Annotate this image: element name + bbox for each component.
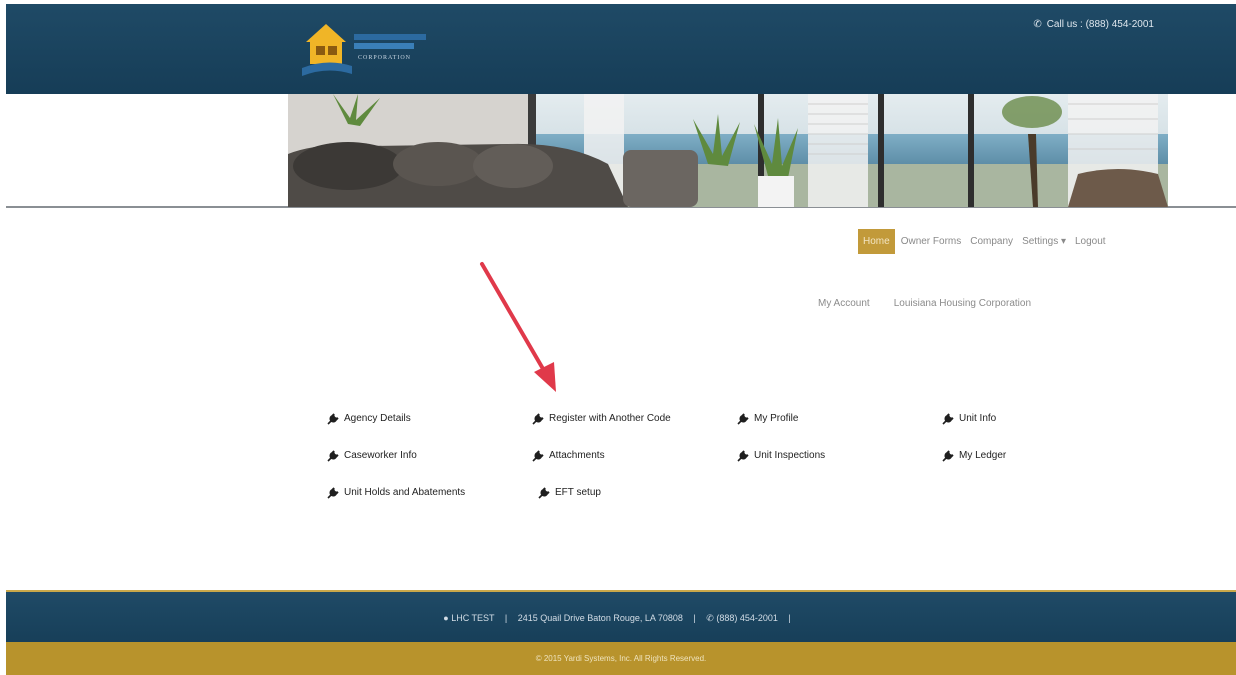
map-marker-icon: ● [443, 613, 449, 623]
wrench-icon [942, 449, 954, 462]
menu-agency-details[interactable]: Agency Details [327, 412, 532, 425]
menu-attachments[interactable]: Attachments [532, 449, 737, 462]
annotation-arrow-icon [480, 262, 556, 392]
nav-company[interactable]: Company [970, 236, 1013, 247]
header-phone: ✆ Call us : (888) 454-2001 [1033, 19, 1154, 30]
copyright-text: © 2015 Yardi Systems, Inc. All Rights Re… [535, 654, 707, 663]
copyright-bar: © 2015 Yardi Systems, Inc. All Rights Re… [6, 642, 1236, 675]
phone-icon: ✆ [706, 613, 714, 623]
menu-unit-info[interactable]: Unit Info [942, 412, 1147, 425]
footer-separator: | [504, 613, 508, 623]
wrench-icon [942, 412, 954, 425]
nav-settings-dropdown[interactable]: Settings ▾ [1022, 236, 1066, 247]
nav-home[interactable]: Home [858, 228, 895, 254]
menu-unit-inspections[interactable]: Unit Inspections [737, 449, 942, 462]
wrench-icon [737, 449, 749, 462]
wrench-icon [327, 412, 339, 425]
menu-label: My Ledger [959, 450, 1007, 461]
footer-contact: ● LHC TEST | 2415 Quail Drive Baton Roug… [6, 613, 1236, 624]
living-room-photo [288, 94, 1168, 207]
wrench-icon [737, 412, 749, 425]
menu-label: Unit Info [959, 413, 997, 424]
menu-row: Caseworker Info Attachments Unit Inspect… [327, 437, 1147, 474]
footer-address: 2415 Quail Drive Baton Rouge, LA 70808 [517, 613, 683, 623]
menu-label: EFT setup [555, 487, 601, 498]
menu-label: Unit Inspections [754, 450, 826, 461]
footer-location: LHC TEST [451, 613, 495, 623]
hero-image [288, 94, 1168, 207]
wrench-icon [532, 412, 544, 425]
footer: ● LHC TEST | 2415 Quail Drive Baton Roug… [6, 590, 1236, 642]
hero-section [0, 94, 1236, 210]
menu-caseworker-info[interactable]: Caseworker Info [327, 449, 532, 462]
page: CORPORATION ✆ Call us : (888) 454-2001 H… [0, 0, 1236, 675]
footer-separator: | [693, 613, 696, 623]
menu-label: Attachments [549, 450, 605, 461]
dashboard-menu: Agency Details Register with Another Cod… [327, 400, 1147, 511]
main-nav: Home Owner Forms Company Settings ▾ Logo… [858, 228, 1115, 254]
menu-eft-setup[interactable]: EFT setup [538, 486, 749, 499]
my-account-link[interactable]: My Account [818, 298, 870, 309]
account-bar: My Account Louisiana Housing Corporation [818, 298, 1031, 309]
footer-separator: | [788, 613, 791, 623]
organization-link[interactable]: Louisiana Housing Corporation [894, 298, 1031, 309]
wrench-icon [327, 486, 339, 499]
footer-phone: (888) 454-2001 [716, 613, 778, 623]
header-phone-text: Call us : (888) 454-2001 [1046, 19, 1154, 30]
menu-label: Agency Details [344, 413, 411, 424]
wrench-icon [538, 486, 550, 499]
logo-wordmark: CORPORATION [354, 34, 434, 61]
menu-register-another-code[interactable]: Register with Another Code [532, 412, 737, 425]
menu-label: Register with Another Code [549, 413, 671, 424]
nav-owner-forms[interactable]: Owner Forms [901, 236, 962, 247]
menu-label: Caseworker Info [344, 450, 417, 461]
wrench-icon [327, 449, 339, 462]
phone-icon: ✆ [1033, 19, 1042, 30]
company-logo[interactable]: CORPORATION [302, 18, 442, 78]
menu-my-profile[interactable]: My Profile [737, 412, 942, 425]
header-bar: CORPORATION ✆ Call us : (888) 454-2001 [6, 4, 1236, 94]
house-logo-icon [302, 24, 352, 76]
nav-logout[interactable]: Logout [1075, 236, 1106, 247]
menu-row: Agency Details Register with Another Cod… [327, 400, 1147, 437]
menu-label: Unit Holds and Abatements [344, 487, 466, 498]
menu-row: Unit Holds and Abatements EFT setup [327, 474, 1147, 511]
wrench-icon [532, 449, 544, 462]
menu-unit-holds-abatements[interactable]: Unit Holds and Abatements [327, 486, 538, 499]
menu-label: My Profile [754, 413, 799, 424]
menu-my-ledger[interactable]: My Ledger [942, 449, 1147, 462]
